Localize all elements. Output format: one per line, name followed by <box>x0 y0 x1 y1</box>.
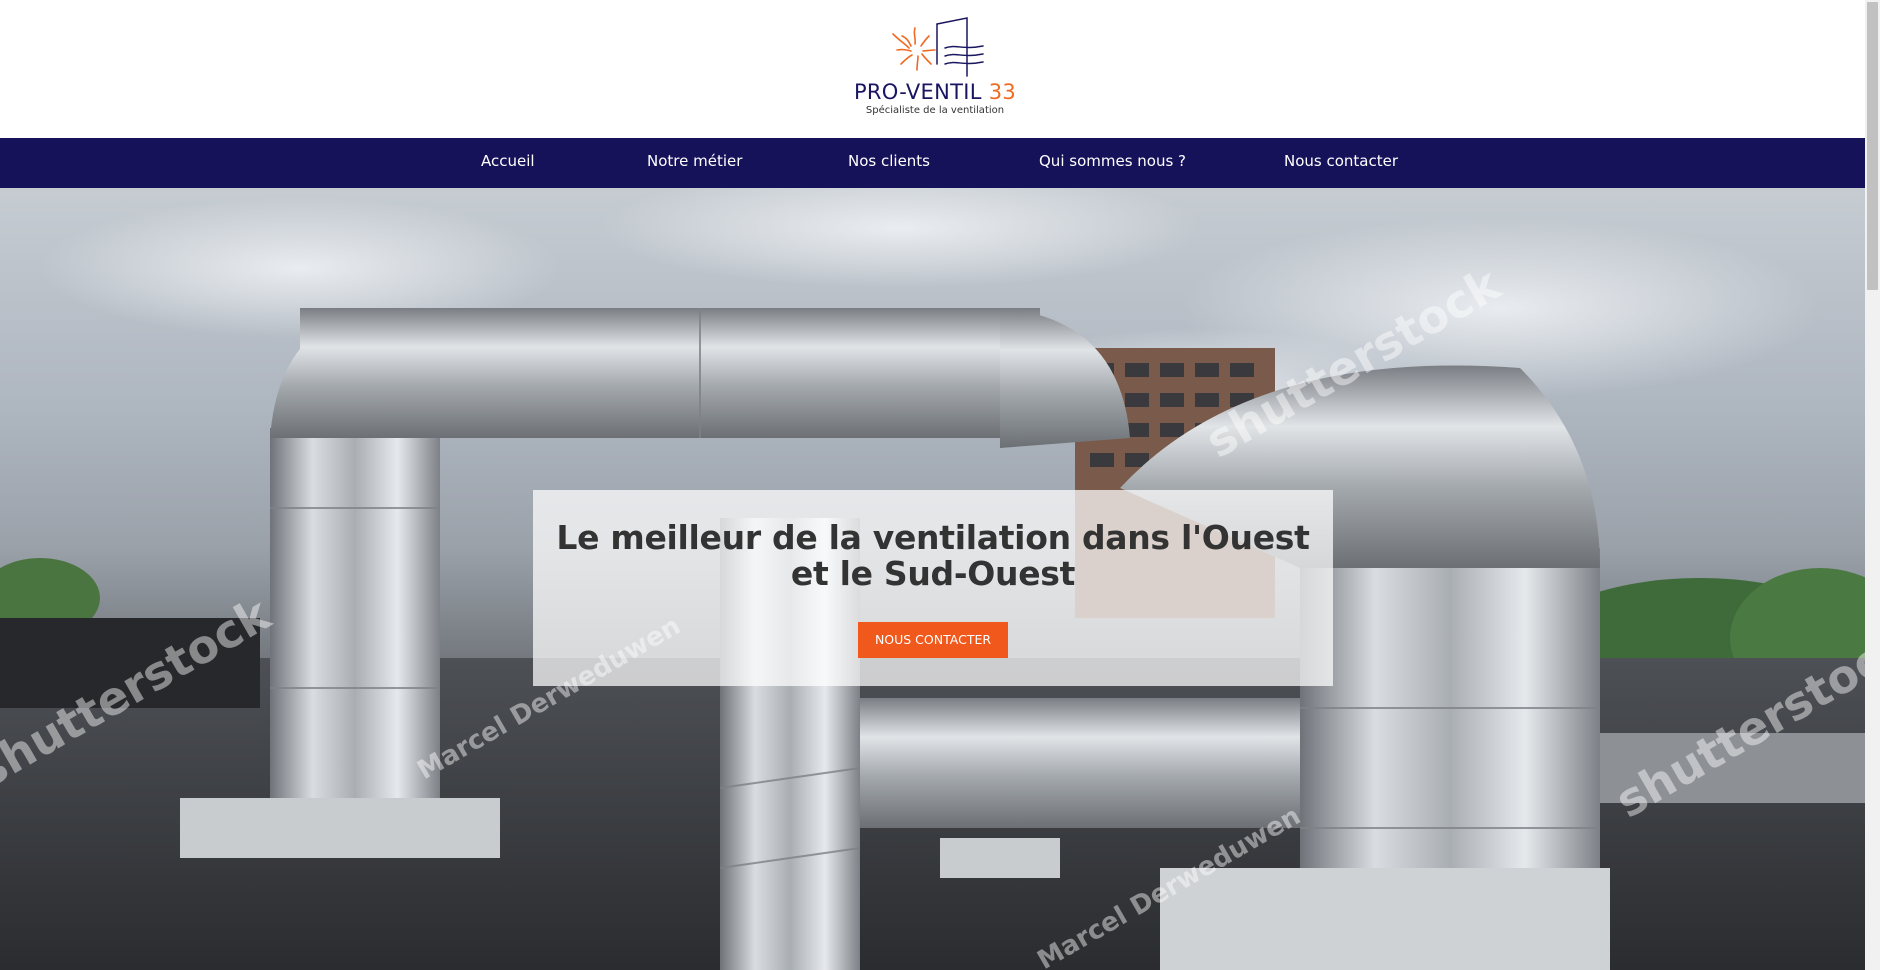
nav-item-notre-metier[interactable]: Notre métier <box>647 138 742 188</box>
page-scrollbar[interactable] <box>1865 0 1880 970</box>
site-logo[interactable]: PRO-VENTIL 33 Spécialiste de la ventilat… <box>850 14 1020 126</box>
contact-button[interactable]: NOUS CONTACTER <box>858 622 1008 658</box>
nav-item-qui-sommes-nous[interactable]: Qui sommes nous ? <box>1039 138 1186 188</box>
nav-item-nos-clients[interactable]: Nos clients <box>848 138 930 188</box>
nav-item-nous-contacter[interactable]: Nous contacter <box>1284 138 1398 188</box>
sun-building-icon <box>892 17 984 77</box>
scrollbar-thumb[interactable] <box>1867 2 1878 290</box>
brand-name: PRO-VENTIL 33 <box>853 80 1017 104</box>
hero-banner: shutterstock shutterstock shutterstock M… <box>0 188 1865 970</box>
nav-item-accueil[interactable]: Accueil <box>481 138 535 188</box>
site-header: PRO-VENTIL 33 Spécialiste de la ventilat… <box>0 0 1865 138</box>
hero-callout: Le meilleur de la ventilation dans l'Oue… <box>533 490 1333 686</box>
hero-title: Le meilleur de la ventilation dans l'Oue… <box>556 518 1310 593</box>
brand-tagline: Spécialiste de la ventilation <box>865 105 1005 116</box>
main-nav: Accueil Notre métier Nos clients Qui som… <box>0 138 1865 188</box>
